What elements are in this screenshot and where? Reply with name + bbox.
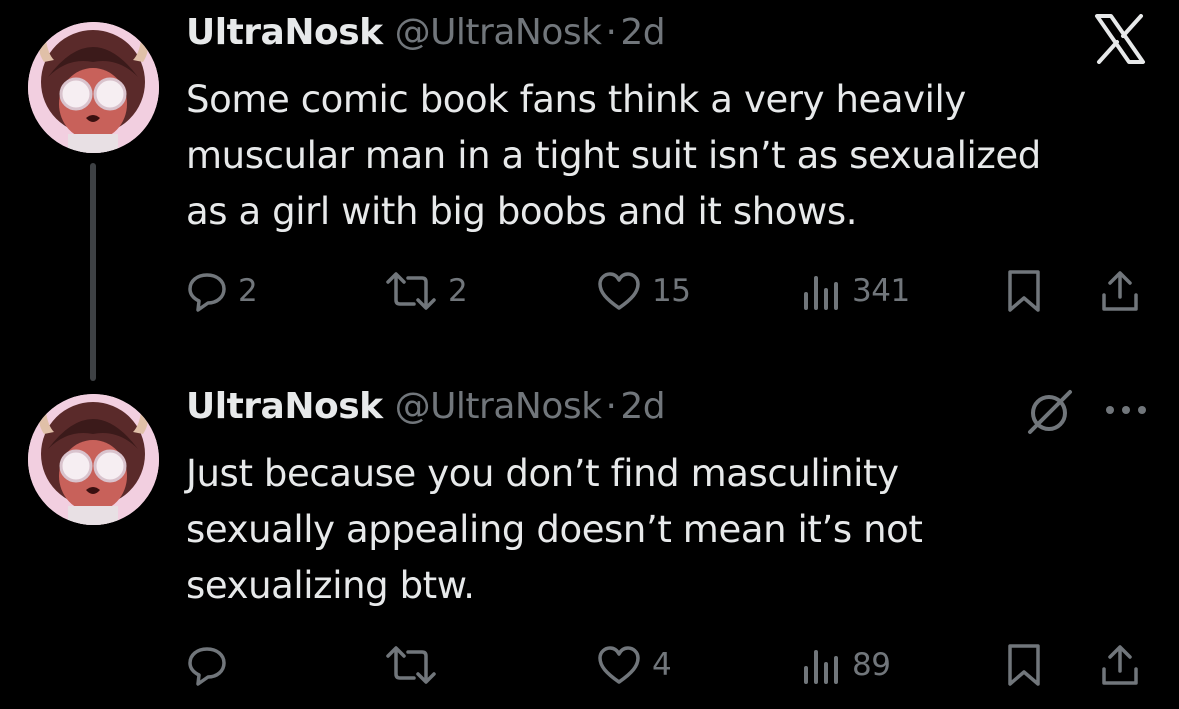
tweet-1[interactable]: UltraNosk @UltraNosk · 2d Some comic boo… — [0, 0, 1179, 381]
like-button[interactable]: 4 — [596, 640, 672, 690]
display-name[interactable]: UltraNosk — [186, 12, 383, 53]
repost-count: 2 — [448, 273, 468, 309]
share-button[interactable] — [1100, 266, 1140, 316]
share-icon — [1100, 269, 1140, 313]
tweet-header: UltraNosk @UltraNosk · 2d — [186, 386, 666, 438]
timestamp[interactable]: 2d — [620, 386, 665, 427]
analytics-icon — [802, 644, 842, 686]
avatar[interactable] — [28, 22, 159, 153]
views-button[interactable]: 341 — [802, 266, 910, 316]
repost-button[interactable]: 2 — [384, 266, 468, 316]
user-handle[interactable]: @UltraNosk — [395, 386, 602, 427]
display-name[interactable]: UltraNosk — [186, 386, 383, 427]
views-count: 89 — [852, 647, 891, 683]
thread-line — [90, 163, 96, 381]
tweet-text: Some comic book fans think a very heavil… — [186, 72, 1146, 240]
like-count: 4 — [652, 647, 672, 683]
views-button[interactable]: 89 — [802, 640, 891, 690]
bookmark-icon — [1004, 642, 1044, 688]
tweet-text-line: Just because you don’t find masculinity — [186, 452, 899, 495]
heart-icon — [596, 270, 642, 312]
more-options-icon[interactable] — [1102, 402, 1150, 422]
bookmark-button[interactable] — [1004, 640, 1044, 690]
repost-icon — [384, 644, 438, 686]
tweet-text-line: Some comic book fans think a very heavil… — [186, 78, 966, 121]
share-icon — [1100, 643, 1140, 687]
tweet-text-line: as a girl with big boobs and it shows. — [186, 190, 858, 233]
tweet-actions: 2 2 15 341 — [186, 266, 1146, 316]
share-button[interactable] — [1100, 640, 1140, 690]
separator-dot: · — [605, 386, 617, 427]
repost-button[interactable] — [384, 640, 448, 690]
reply-button[interactable] — [186, 640, 238, 690]
heart-icon — [596, 644, 642, 686]
user-handle[interactable]: @UltraNosk — [395, 12, 602, 53]
reply-icon — [186, 270, 228, 312]
separator-dot: · — [605, 12, 617, 53]
analytics-icon — [802, 270, 842, 312]
tweet-text: Just because you don’t find masculinity … — [186, 446, 1146, 614]
grok-icon[interactable] — [1024, 386, 1076, 442]
tweet-text-line: sexually appealing doesn’t mean it’s not — [186, 508, 923, 551]
avatar[interactable] — [28, 394, 159, 525]
bookmark-button[interactable] — [1004, 266, 1044, 316]
tweet-actions: 4 89 — [186, 640, 1146, 690]
reply-icon — [186, 644, 228, 686]
timestamp[interactable]: 2d — [620, 12, 665, 53]
bookmark-icon — [1004, 268, 1044, 314]
views-count: 341 — [852, 273, 910, 309]
tweet-2[interactable]: UltraNosk @UltraNosk · 2d Just because y… — [0, 380, 1179, 709]
repost-icon — [384, 270, 438, 312]
like-count: 15 — [652, 273, 691, 309]
like-button[interactable]: 15 — [596, 266, 691, 316]
tweet-text-line: sexualizing btw. — [186, 564, 475, 607]
x-logo-icon — [1094, 14, 1146, 68]
reply-count: 2 — [238, 273, 258, 309]
tweet-text-line: muscular man in a tight suit isn’t as se… — [186, 134, 1041, 177]
tweet-header: UltraNosk @UltraNosk · 2d — [186, 12, 666, 64]
reply-button[interactable]: 2 — [186, 266, 258, 316]
